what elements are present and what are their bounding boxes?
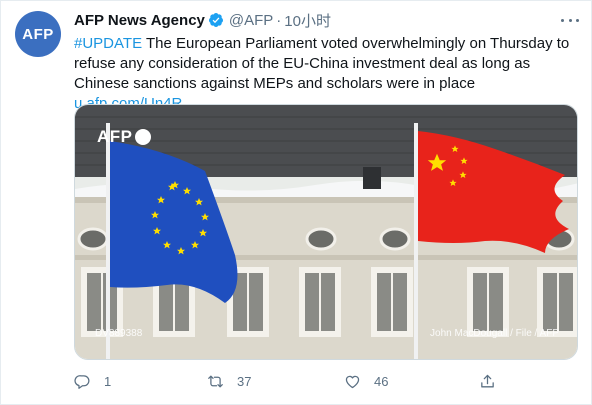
tweet-body: The European Parliament voted overwhelmi… (74, 35, 570, 92)
afp-watermark: AFP (97, 127, 151, 147)
retweet-icon (208, 375, 223, 388)
photo-credit: John MacDougall / File / AFP (430, 328, 559, 339)
tweet-timestamp[interactable]: 10小时 (284, 10, 331, 31)
reply-button[interactable]: 1 (74, 373, 111, 390)
tweet-text: #UPDATE The European Parliament voted ov… (74, 34, 579, 114)
header-separator: · (276, 11, 282, 29)
avatar-logo-text: AFP (22, 25, 54, 43)
like-button[interactable]: 46 (344, 373, 388, 390)
watermark-circle-icon (134, 129, 151, 145)
verified-badge-icon (208, 13, 223, 27)
avatar[interactable]: AFP (15, 11, 61, 57)
reply-count: 1 (104, 374, 112, 389)
reply-icon (74, 375, 90, 389)
photo-id: DV889388 (95, 328, 143, 339)
watermark-text: AFP (97, 127, 133, 146)
hashtag-link[interactable]: #UPDATE (74, 35, 142, 52)
share-icon (481, 374, 494, 388)
share-button[interactable] (479, 373, 496, 390)
retweet-count: 37 (237, 374, 252, 389)
tweet-header: AFP News Agency @AFP · 10小时 (74, 10, 331, 30)
tweet-photo[interactable]: AFP DV889388 John MacDougall / File / AF… (74, 104, 578, 360)
tweet-actions: 1 37 46 (74, 373, 504, 393)
retweet-button[interactable]: 37 (207, 373, 251, 390)
tweet-card[interactable]: AFP AFP News Agency @AFP · 10小时 #UPDATE … (0, 0, 592, 405)
like-count: 46 (374, 374, 389, 389)
heart-icon (345, 375, 360, 389)
author-handle[interactable]: @AFP (229, 12, 273, 29)
author-name[interactable]: AFP News Agency (74, 12, 205, 29)
more-options-icon[interactable] (561, 13, 579, 27)
